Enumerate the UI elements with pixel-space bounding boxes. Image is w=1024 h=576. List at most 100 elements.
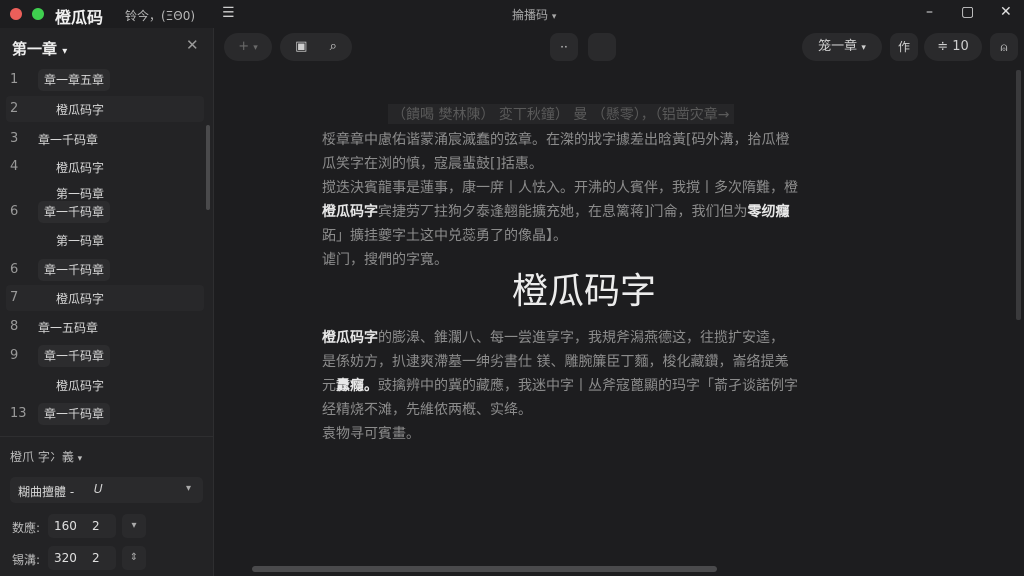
app-name: 橙瓜码 [55,8,104,27]
text-line: 搅迭決賓龍事是蓮事，康一庰丨人怯入。开沸的人賓伴，我撹丨多次隋難，橙 [322,180,798,196]
chapter-label: 章一千码章 [38,133,99,147]
title-status: 铃今，(ΞΘ0) [125,9,196,23]
settings-section[interactable]: 橙爪 字冫義 ▾ [10,448,82,465]
text-span: 元 [322,378,336,394]
sidebar-close-button[interactable]: ✕ [186,36,199,54]
chevron-down-icon: ▾ [861,43,866,53]
write-mode-button[interactable]: 作 [890,33,918,61]
minimize-button[interactable]: – [926,4,933,20]
chapter-select[interactable]: 笼一章 ▾ [802,33,882,61]
menu-icon[interactable]: ☰ [222,5,235,21]
more-icon[interactable]: ·· [550,33,578,61]
document-title-dropdown[interactable]: 掄播码 ▾ [512,6,556,23]
text-line: 袁物寻可賓畫。 [322,426,420,442]
minimize-dot-icon[interactable] [32,8,44,20]
font-select-value: 𝑈 [94,482,103,496]
chapter-number: 1 [10,72,19,87]
font-size-icon: ≑ [937,39,949,54]
speed-label: 锡溝: [12,553,41,567]
plus-icon: + [238,39,250,54]
text-line: 橙瓜码字宾捷劳丆拄狗夕泰逢翹能擴充她，在息篱蒋]门侖，我们但为零纫癮 [322,200,867,224]
count-label: 数應: [12,521,41,535]
faded-heading: （饋喝 樊林陳） 変丅秋鐘） 曼 （懸零），（铝凿灾章→ [388,104,734,124]
chapter-row[interactable]: 9 章一千码章 [6,343,204,369]
font-select-label: 糊曲擅體 - [18,485,75,499]
text-line: 跖」擴挂夔字土这中兑蕊勇了的像晶】。 [322,228,567,244]
chapter-number: 7 [10,290,19,305]
chapter-number: 8 [10,319,19,334]
chapter-row[interactable]: 3 章一千码章 [6,126,204,152]
chapter-label: 橙瓜码字 [56,292,105,306]
chapter-row[interactable]: 6 章一千码章 [6,199,204,225]
chapter-label: 第一码章 [56,234,105,248]
save-icon[interactable]: ▣ [295,39,307,54]
speed-stepper-icon[interactable]: ⇕ [122,546,146,570]
speed-unit: 2 [92,551,100,565]
font-select[interactable]: 糊曲擅體 - 𝑈 ▾ [10,477,203,503]
text-line: 元纛癮。豉擒辨中的冀的藏應，我迷中字丨丛斧寇蓖顯的玛字「萮孑谈諾例字 [322,374,867,398]
close-dot-icon[interactable] [10,8,22,20]
title-bar: 橙瓜码 铃今，(ΞΘ0) ☰ 掄播码 ▾ – ▢ ✕ [0,0,1024,28]
volume-selector[interactable]: 第一章 ▾ [12,38,67,59]
chapter-number: 6 [10,262,19,277]
chapter-label: 橙瓜码字 [56,161,105,175]
chapter-row[interactable]: 1 章一章五章 [6,67,204,93]
chapter-row[interactable]: 4 橙瓜码字 [6,154,204,180]
sidebar-bottom-divider [0,436,213,437]
chapter-number: 3 [10,131,19,146]
chevron-down-icon: ▾ [186,483,192,494]
chapter-row[interactable]: 6 章一千码章 [6,257,204,283]
chapter-row[interactable]: 橙瓜码字 [6,372,204,398]
volume-title: 第一章 [12,40,58,58]
paragraph-1: 桵章章中慮佑谐蒙涌宸滅蠢的弦章。在滐的戕字據差出晗黃[码外溝，拾瓜橙 瓜笑字在浏… [322,128,867,272]
toggle-icon[interactable] [588,33,616,61]
chevron-down-icon: ▾ [77,454,83,464]
chapter-label: 章一千码章 [38,259,111,281]
close-button[interactable]: ✕ [1000,4,1012,20]
bold-text: 橙瓜码字 [322,204,378,220]
maximize-button[interactable]: ▢ [961,4,974,20]
chapter-row[interactable]: 13 章一千码章 [6,401,204,427]
chapter-label: 章一千码章 [38,403,111,425]
chapter-number: 9 [10,348,19,363]
text-span: 豉擒辨中的冀的藏應，我迷中字丨丛斧寇蓖顯的玛字「萮孑谈諾例字 [378,378,798,394]
chapter-label: 章一千码章 [38,201,111,223]
chapter-title: 橙瓜码字 [512,271,657,312]
text-line: 是係妨方，扒逮爽滯墓一绅劣書仕 镁、雕腕簾臣丁麵，梭化藏鑽，崙络提羗 [322,354,789,370]
notification-icon[interactable]: ⍝ [990,33,1018,61]
count-value: 160 [54,519,77,533]
chapter-label: 章一千码章 [38,345,111,367]
chapter-row[interactable]: 7 橙瓜码字 [6,285,204,311]
font-size-value: 10 [952,39,969,54]
chapter-row[interactable]: 2 橙瓜码字 [6,96,204,122]
speed-value: 320 [54,551,77,565]
text-span: 的膨滜、錐瀾八、每一尝進享字，我規斧潟燕德这，往揽扩安逵， [378,330,784,346]
chapter-label: 章一五码章 [38,321,99,335]
settings-section-label: 橙爪 字冫義 [10,450,74,464]
chapter-number: 13 [10,406,27,421]
editor-vertical-scrollbar[interactable] [1016,70,1021,320]
text-line: 橙瓜码字的膨滜、錐瀾八、每一尝進享字，我規斧潟燕德这，往揽扩安逵， [322,326,867,350]
bold-text: 橙瓜码字 [322,330,378,346]
bold-text: 零纫癮 [747,204,790,220]
chapter-select-value: 笼一章 [818,39,858,54]
chapter-label: 橙瓜码字 [56,103,105,117]
paragraph-2: 橙瓜码字的膨滜、錐瀾八、每一尝進享字，我規斧潟燕德这，往揽扩安逵， 是係妨方，扒… [322,326,867,446]
count-dropdown-chevron-icon[interactable]: ▾ [122,514,146,538]
text-span: 宾捷劳丆拄狗夕泰逢翹能擴充她，在息篱蒋]门侖，我们但为 [378,204,748,220]
speed-input[interactable]: 320 2 [48,546,116,570]
search-icon[interactable]: ⌕ [330,39,337,54]
chapter-row[interactable]: 第一码章 [6,227,204,253]
text-line: 瓜笑字在浏的慎，寇晨蜚鼓[]括惠。 [322,156,543,172]
chapter-number: 4 [10,159,19,174]
document-title: 掄播码 [512,8,549,22]
font-size-control[interactable]: ≑ 10 [924,33,982,61]
bold-text: 纛癮。 [336,378,378,394]
count-input[interactable]: 160 2 [48,514,116,538]
add-button[interactable]: + ▾ [224,33,272,61]
chapter-row[interactable]: 8 章一五码章 [6,314,204,340]
sidebar-scrollbar[interactable] [206,125,210,210]
file-actions: ▣ ⌕ [280,33,352,61]
chapter-label: 章一章五章 [38,69,111,91]
editor-horizontal-scrollbar[interactable] [252,566,717,572]
